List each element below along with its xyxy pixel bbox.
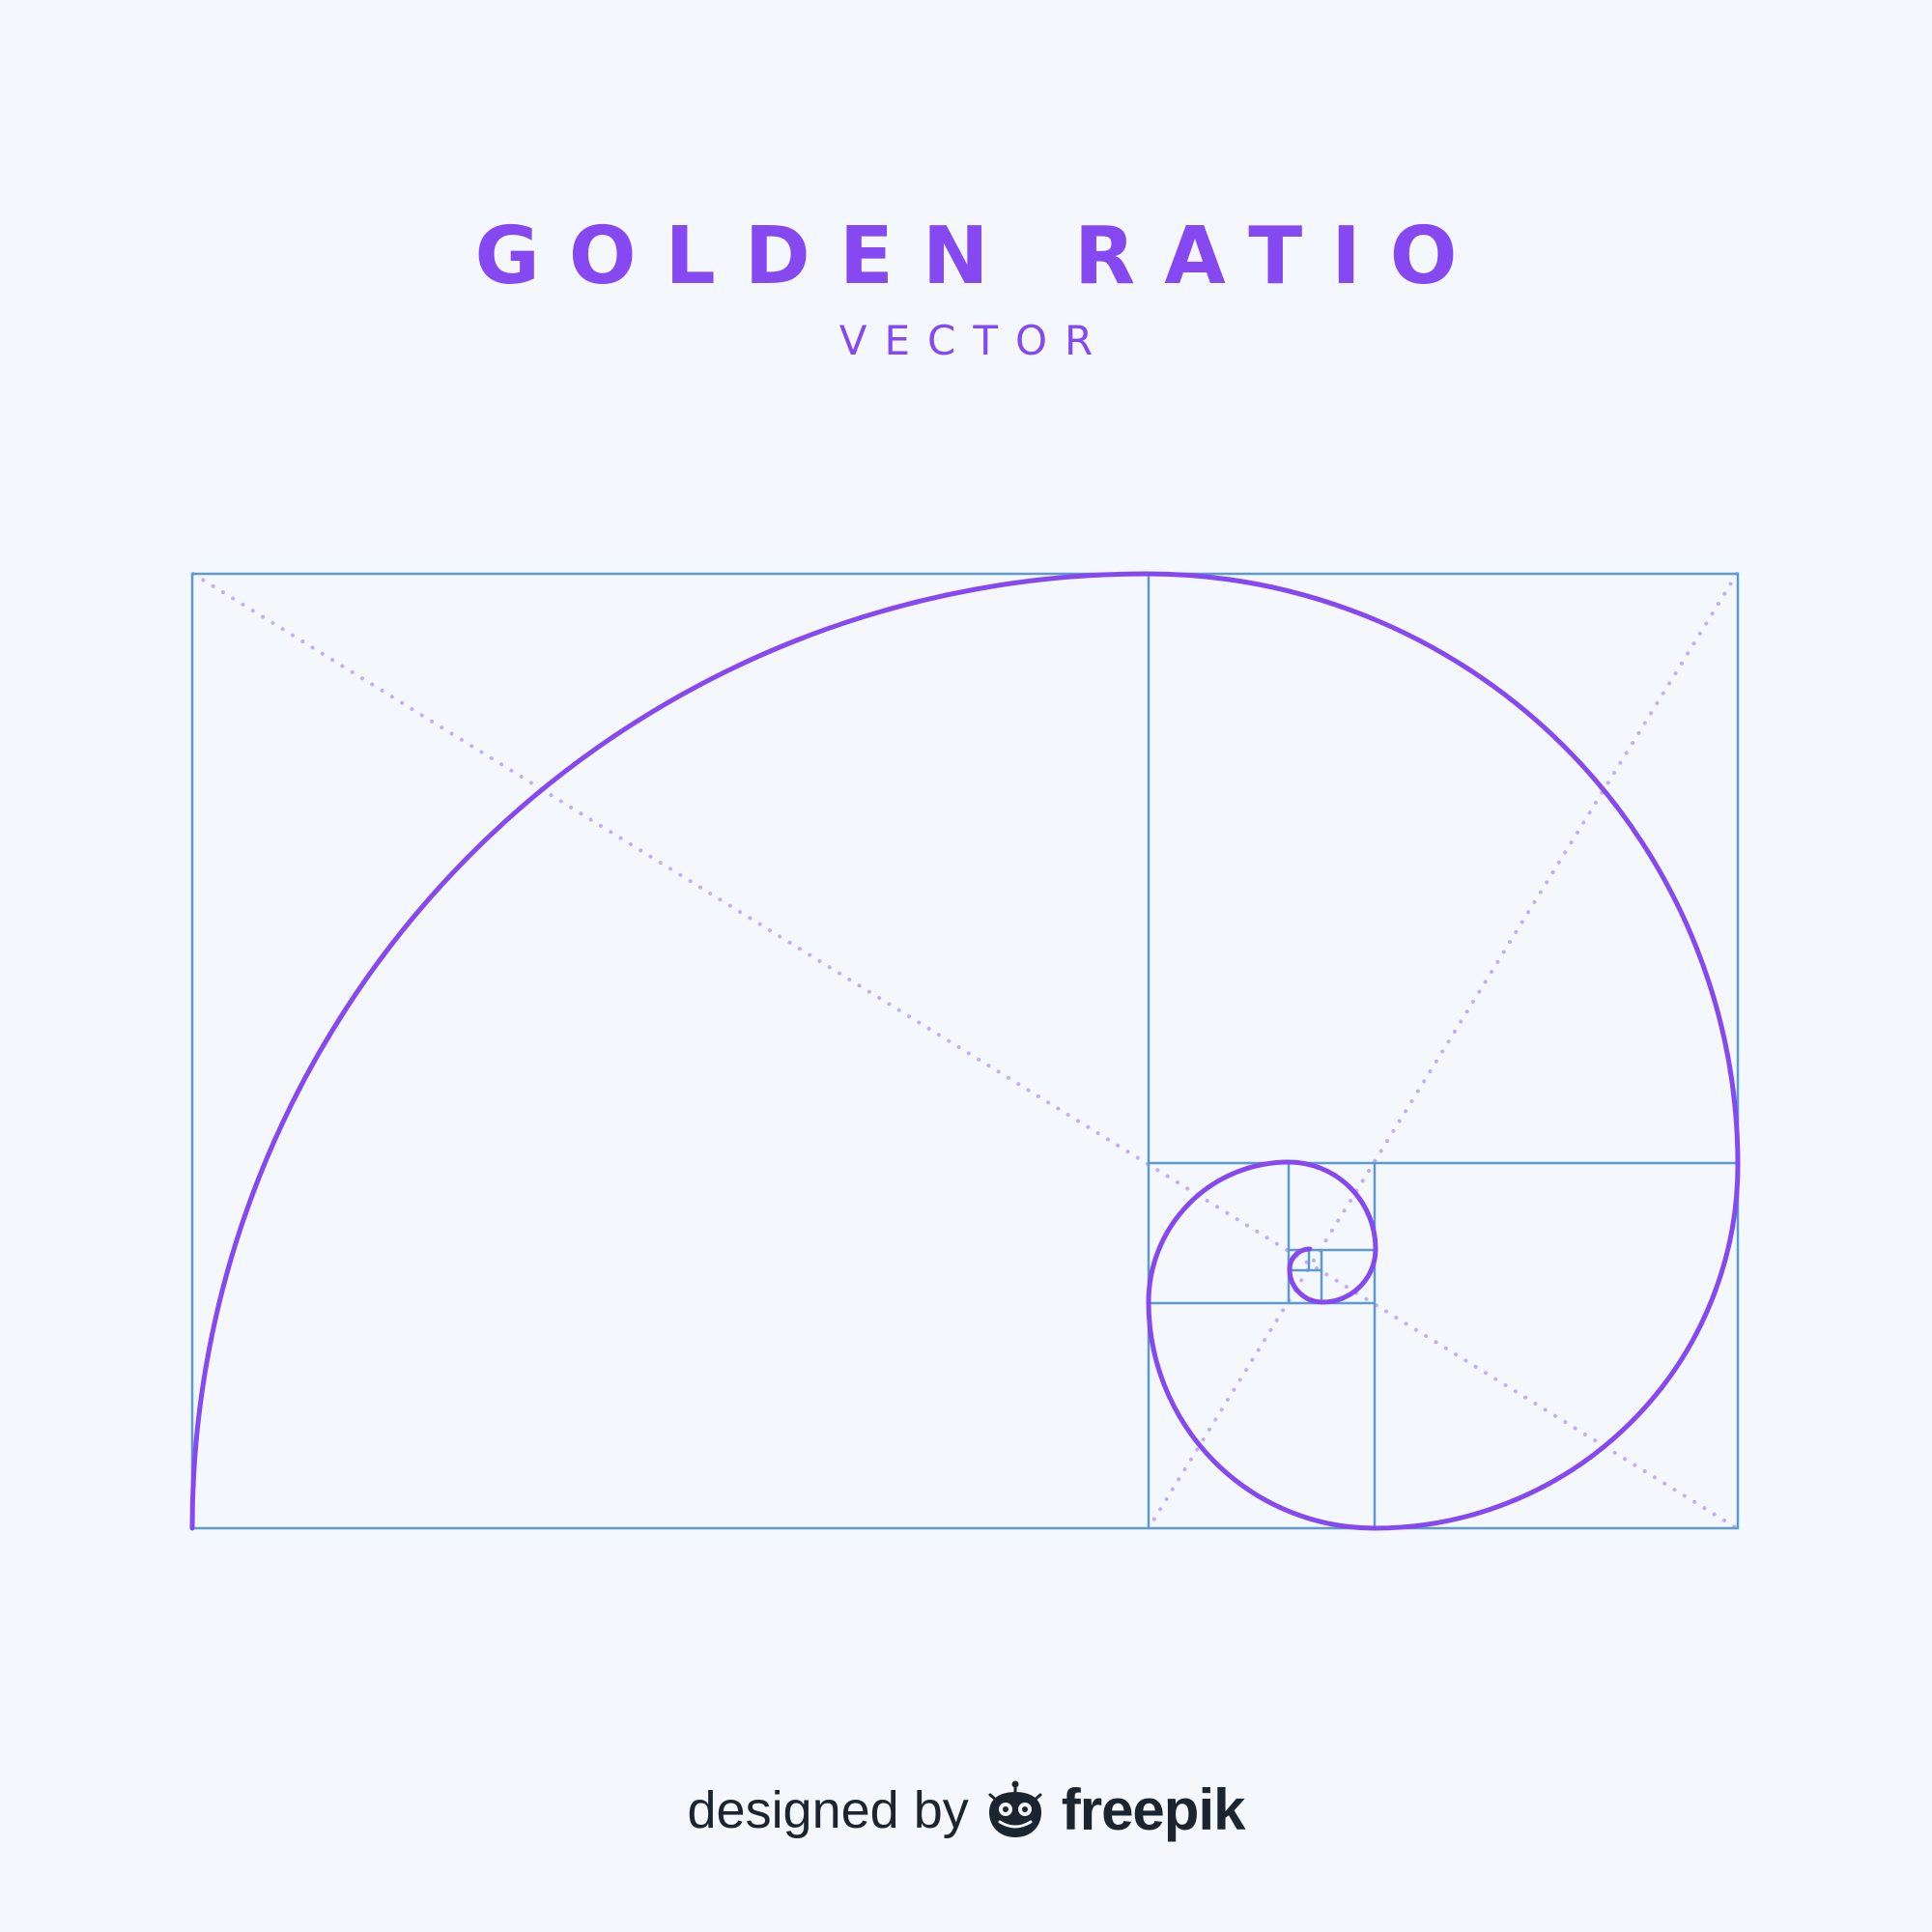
diagonal-main [191,572,1739,1530]
designer-credit: designed by freepik [0,1777,1932,1843]
freepik-mascot-icon [988,1780,1042,1837]
canvas: GOLDEN RATIO VECTOR designed by freepik [0,0,1932,1932]
golden-ratio-diagram [189,571,1741,1531]
diagonal-cross [1147,572,1739,1530]
credit-prefix: designed by [687,1781,969,1839]
brand-name: freepik [1061,1777,1246,1842]
